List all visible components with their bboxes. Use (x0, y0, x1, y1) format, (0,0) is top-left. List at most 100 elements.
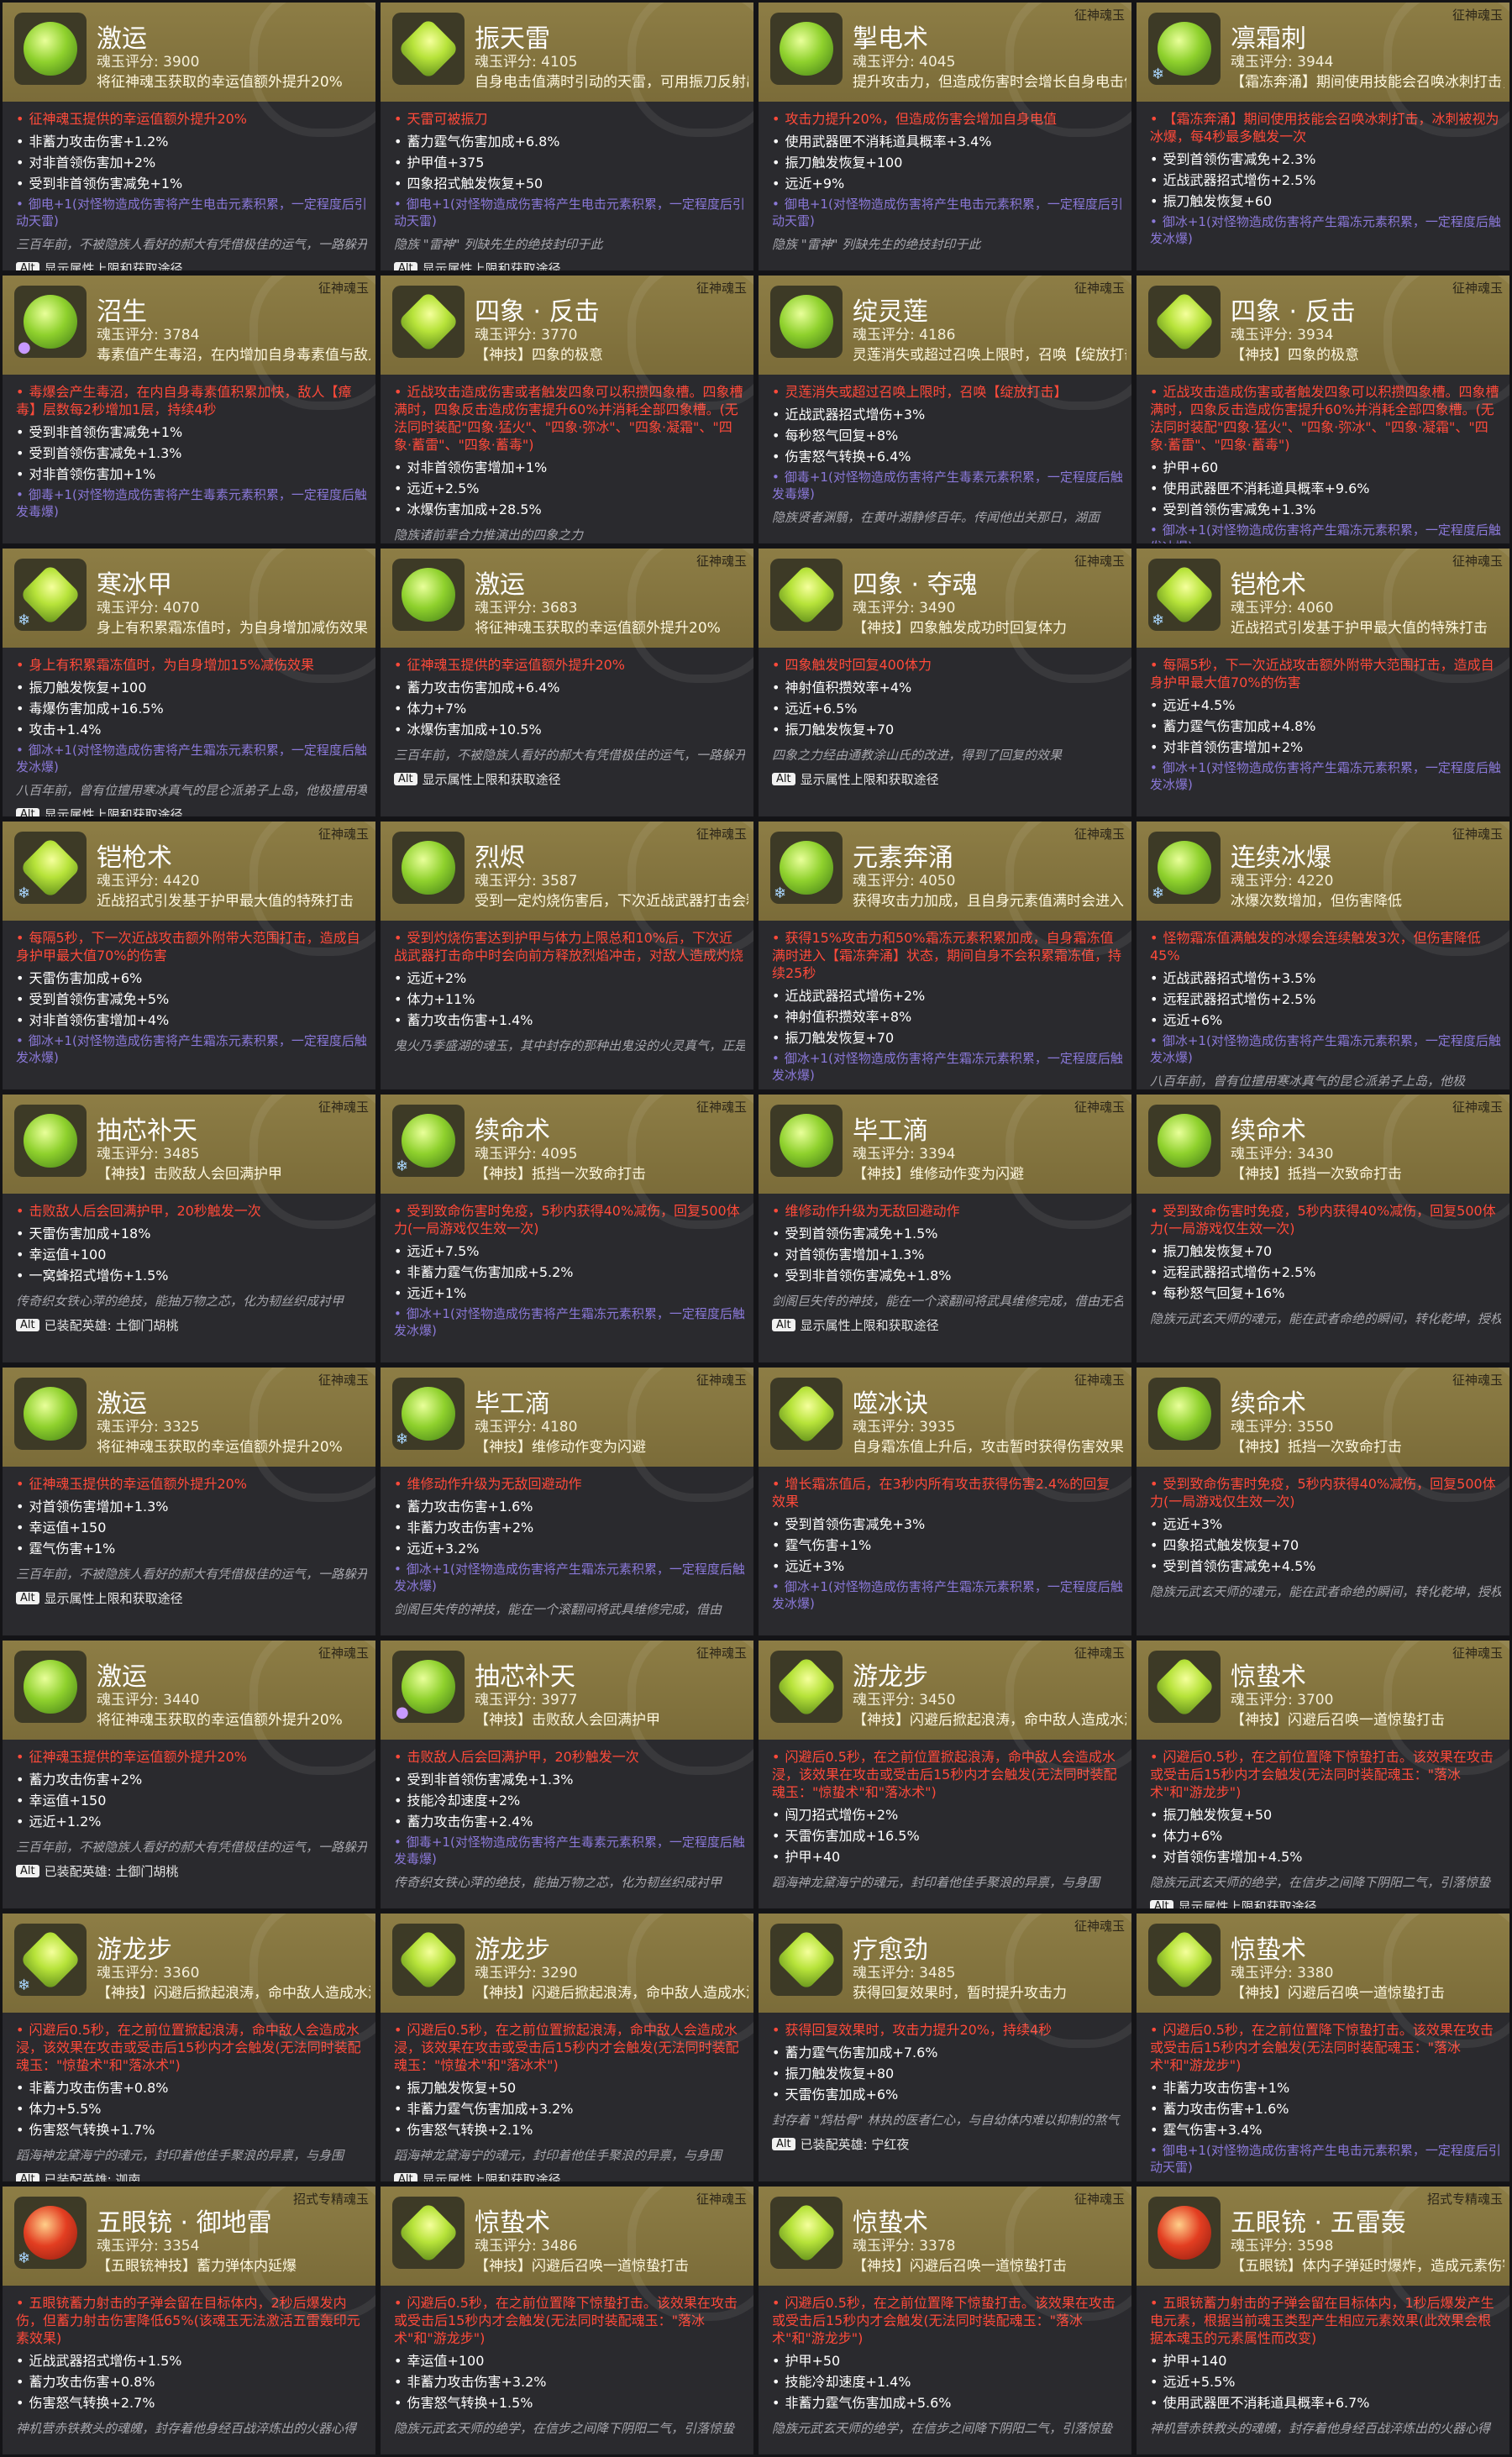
card-header: 征神魂玉 绽灵莲 魂玉评分: 4186 灵莲消失或超过召唤上限时，召唤【绽放打击… (759, 276, 1131, 410)
soul-jade-card-19[interactable]: 征神魂玉 毕工滴 魂玉评分: 3394 【神技】维修动作变为闪避 维修动作升级为… (756, 1092, 1134, 1365)
detail-hint[interactable]: Alt 显示属性上限和获取途径 (772, 1316, 1123, 1334)
soul-jade-card-17[interactable]: 征神魂玉 抽芯补天 魂玉评分: 3485 【神技】击败敌人会回满护甲 击败敌人后… (0, 1092, 378, 1365)
card-category-tag: 征神魂玉 (696, 1373, 747, 1388)
soul-jade-card-27[interactable]: 征神魂玉 游龙步 魂玉评分: 3450 【神技】闪避后掀起浪涛，命中敌人造成水浸… (756, 1638, 1134, 1911)
card-score: 魂玉评分: 4105 (475, 54, 578, 71)
effect-highlight: 闪避后0.5秒，在之前位置掀起浪涛，命中敌人会造成水浸，该效果在攻击或受击后15… (394, 2021, 745, 2074)
effect-highlight: 闪避后0.5秒，在之前位置掀起浪涛，命中敌人会造成水浸，该效果在攻击或受击后15… (16, 2021, 367, 2074)
soul-jade-gem-icon: ❄ (14, 1924, 87, 1996)
soul-jade-card-16[interactable]: 征神魂玉 ❄ 连续冰爆 魂玉评分: 4220 冰爆次数增加，但伤害降低 怪物霜冻… (1134, 819, 1512, 1092)
soul-jade-card-7[interactable]: 征神魂玉 绽灵莲 魂玉评分: 4186 灵莲消失或超过召唤上限时，召唤【绽放打击… (756, 273, 1134, 546)
soul-jade-card-2[interactable]: 振天雷 魂玉评分: 4105 自身电击值满时引动的天雷，可用振刀反射出 天雷可被… (378, 0, 756, 273)
element-seal-text: 御冰+1(对怪物造成伤害将产生霜冻元素积累，一定程度后触发冰爆) (394, 1305, 745, 1339)
card-header: 征神魂玉 ❄ 连续冰爆 魂玉评分: 4220 冰爆次数增加，但伤害降低 (1137, 822, 1509, 956)
card-category-tag: 征神魂玉 (1074, 2192, 1125, 2207)
soul-jade-card-34[interactable]: 征神魂玉 惊蛰术 魂玉评分: 3486 【神技】闪避后召唤一道惊蛰打击 闪避后0… (378, 2184, 756, 2457)
detail-hint[interactable]: Alt 已装配英雄: 土御门胡桃 (16, 1862, 367, 1880)
detail-hint[interactable]: Alt 已装配英雄: 迦南 (16, 2171, 367, 2181)
soul-jade-card-9[interactable]: ❄ 寒冰甲 魂玉评分: 4070 身上有积累霜冻值时，为自身增加减伤效果 身上有… (0, 546, 378, 819)
soul-jade-card-14[interactable]: 征神魂玉 烈烬 魂玉评分: 3587 受到一定灼烧伤害后，下次近战武器打击会释放… (378, 819, 756, 1092)
card-body: 闪避后0.5秒，在之前位置掀起浪涛，命中敌人会造成水浸，该效果在攻击或受击后15… (381, 2013, 753, 2181)
soul-jade-card-25[interactable]: 征神魂玉 激运 魂玉评分: 3440 将征神魂玉获取的幸运值额外提升20% 征神… (0, 1638, 378, 1911)
soul-jade-card-33[interactable]: 招式专精魂玉 ❄ 五眼铳 · 御地雷 魂玉评分: 3354 【五眼铳神技】蓄力弹… (0, 2184, 378, 2457)
soul-jade-card-15[interactable]: 征神魂玉 ❄ 元素奔涌 魂玉评分: 4050 获得攻击力加成，且自身元素值满时会… (756, 819, 1134, 1092)
card-score: 魂玉评分: 3430 (1231, 1146, 1334, 1163)
soul-jade-card-30[interactable]: 游龙步 魂玉评分: 3290 【神技】闪避后掀起浪涛，命中敌人造成水浸 闪避后0… (378, 1911, 756, 2184)
soul-jade-card-18[interactable]: 征神魂玉 ❄ 续命术 魂玉评分: 4095 【神技】抵挡一次致命打击 受到致命伤… (378, 1092, 756, 1365)
soul-jade-card-22[interactable]: 征神魂玉 ❄ 毕工滴 魂玉评分: 4180 【神技】维修动作变为闪避 维修动作升… (378, 1365, 756, 1638)
card-description: 【神技】四象的极意 (475, 347, 603, 364)
stat-line: 对首领伤害增加+4.5% (1150, 1846, 1501, 1867)
detail-hint[interactable]: Alt 显示属性上限和获取途径 (394, 770, 745, 788)
card-score: 魂玉评分: 3977 (475, 1692, 578, 1709)
stat-list: 近战武器招式增伤+3.5%远程武器招式增伤+2.5%远近+6% (1150, 968, 1501, 1031)
stat-line: 近战武器招式增伤+1.5% (16, 2350, 367, 2371)
card-score: 魂玉评分: 3935 (853, 1419, 956, 1436)
stat-line: 振刀触发恢复+50 (1150, 1804, 1501, 1825)
card-description: 【神技】维修动作变为闪避 (475, 1439, 646, 1456)
stat-list: 远近+3%四象招式触发恢复+70受到首领伤害减免+4.5% (1150, 1514, 1501, 1577)
detail-hint[interactable]: Alt 已装配英雄: 土御门胡桃 (16, 1316, 367, 1334)
alt-key-icon: Alt (394, 2173, 417, 2181)
detail-hint[interactable]: Alt 显示属性上限和获取途径 (394, 260, 745, 270)
stat-line: 天雷伤害加成+6% (16, 968, 367, 989)
soul-jade-card-13[interactable]: 征神魂玉 ❄ 铠枪术 魂玉评分: 4420 近战招式引发基于护甲最大值的特殊打击… (0, 819, 378, 1092)
detail-hint[interactable]: Alt 显示属性上限和获取途径 (772, 770, 1123, 788)
detail-hint[interactable]: Alt 已装配英雄: 宁红夜 (772, 2135, 1123, 2153)
soul-jade-card-12[interactable]: 征神魂玉 ❄ 铠枪术 魂玉评分: 4060 近战招式引发基于护甲最大值的特殊打击… (1134, 546, 1512, 819)
soul-jade-card-11[interactable]: 征神魂玉 四象 · 夺魂 魂玉评分: 3490 【神技】四象触发成功时回复体力 … (756, 546, 1134, 819)
soul-jade-card-20[interactable]: 征神魂玉 续命术 魂玉评分: 3430 【神技】抵挡一次致命打击 受到致命伤害时… (1134, 1092, 1512, 1365)
card-body: 近战攻击造成伤害或者触发四象可以积攒四象槽。四象槽满时，四象反击造成伤害提升60… (1137, 375, 1509, 543)
soul-jade-card-24[interactable]: 征神魂玉 续命术 魂玉评分: 3550 【神技】抵挡一次致命打击 受到致命伤害时… (1134, 1365, 1512, 1638)
stat-line: 攻击+1.4% (16, 719, 367, 740)
card-score: 魂玉评分: 3550 (1231, 1419, 1334, 1436)
soul-jade-card-21[interactable]: 征神魂玉 激运 魂玉评分: 3325 将征神魂玉获取的幸运值额外提升20% 征神… (0, 1365, 378, 1638)
soul-jade-card-4[interactable]: 征神魂玉 ❄ 凛霜刺 魂玉评分: 3944 【霜冻奔涌】期间使用技能会召唤冰刺打… (1134, 0, 1512, 273)
card-description: 【神技】四象的极意 (1231, 347, 1359, 364)
detail-hint[interactable]: Alt 显示属性上限和获取途径 (1150, 1898, 1501, 1908)
detail-hint[interactable]: Alt 显示属性上限和获取途径 (16, 260, 367, 270)
stat-line: 受到非首领伤害减免+1% (16, 422, 367, 443)
card-score: 魂玉评分: 3360 (97, 1965, 200, 1982)
soul-jade-card-31[interactable]: 征神魂玉 疗愈劲 魂玉评分: 3485 获得回复效果时，暂时提升攻击力 获得回复… (756, 1911, 1134, 2184)
stat-list: 远近+4.5%蓄力霆气伤害加成+4.8%对非首领伤害增加+2% (1150, 695, 1501, 758)
lore-text: 隐族诸前辈合力推演出的四象之力 (394, 528, 584, 543)
card-body: 受到致命伤害时免疫，5秒内获得40%减伤，回复500体力(一局游戏仅生效一次) … (1137, 1194, 1509, 1362)
soul-jade-gem-icon: ● (14, 286, 87, 358)
soul-jade-card-6[interactable]: 征神魂玉 四象 · 反击 魂玉评分: 3770 【神技】四象的极意 近战攻击造成… (378, 273, 756, 546)
card-body: 获得回复效果时，攻击力提升20%，持续4秒 蓄力霆气伤害加成+7.6%振刀触发恢… (759, 2013, 1131, 2181)
detail-hint[interactable]: Alt 显示属性上限和获取途径 (16, 806, 367, 816)
soul-jade-card-8[interactable]: 征神魂玉 四象 · 反击 魂玉评分: 3934 【神技】四象的极意 近战攻击造成… (1134, 273, 1512, 546)
stat-line: 对首领伤害增加+1.3% (772, 1244, 1123, 1265)
frost-element-icon: ❄ (18, 1977, 31, 1994)
alt-key-icon: Alt (16, 808, 39, 816)
soul-jade-card-36[interactable]: 招式专精魂玉 五眼铳 · 五雷轰 魂玉评分: 3598 【五眼铳】体内子弹延时爆… (1134, 2184, 1512, 2457)
detail-hint[interactable]: Alt 显示属性上限和获取途径 (16, 1589, 367, 1607)
detail-hint[interactable]: Alt 显示属性上限和获取途径 (394, 2171, 745, 2181)
stat-list: 对非首领伤害增加+1%远近+2.5%冰爆伤害加成+28.5% (394, 457, 745, 520)
soul-jade-card-26[interactable]: 征神魂玉 ● 抽芯补天 魂玉评分: 3977 【神技】击败敌人会回满护甲 击败敌… (378, 1638, 756, 1911)
stat-line: 振刀触发恢复+60 (1150, 191, 1501, 212)
stat-line: 振刀触发恢复+70 (772, 719, 1123, 740)
stat-line: 远近+6% (1150, 1010, 1501, 1031)
soul-jade-card-1[interactable]: 激运 魂玉评分: 3900 将征神魂玉获取的幸运值额外提升20% 征神魂玉提供的… (0, 0, 378, 273)
stat-line: 使用武器匣不消耗道具概率+3.4% (772, 131, 1123, 152)
soul-jade-card-35[interactable]: 征神魂玉 惊蛰术 魂玉评分: 3378 【神技】闪避后召唤一道惊蛰打击 闪避后0… (756, 2184, 1134, 2457)
soul-jade-card-23[interactable]: 征神魂玉 噬冰诀 魂玉评分: 3935 自身霜冻值上升后，攻击暂时获得伤害效果 … (756, 1365, 1134, 1638)
card-description: 【神技】闪避后召唤一道惊蛰打击 (1231, 1985, 1445, 2002)
stat-line: 蓄力攻击伤害加成+6.4% (394, 677, 745, 698)
soul-jade-card-28[interactable]: 征神魂玉 惊蛰术 魂玉评分: 3700 【神技】闪避后召唤一道惊蛰打击 闪避后0… (1134, 1638, 1512, 1911)
stat-list: 远近+2%体力+11%蓄力攻击伤害+1.4% (394, 968, 745, 1031)
stat-line: 远近+3% (772, 1556, 1123, 1577)
stat-line: 护甲值+375 (394, 152, 745, 173)
soul-jade-card-3[interactable]: 征神魂玉 掣电术 魂玉评分: 4045 提升攻击力，但造成伤害时会增长自身电击值… (756, 0, 1134, 273)
soul-jade-card-5[interactable]: 征神魂玉 ● 沼生 魂玉评分: 3784 毒素值产生毒沼，在内增加自身毒素值与敌… (0, 273, 378, 546)
soul-jade-card-10[interactable]: 征神魂玉 激运 魂玉评分: 3683 将征神魂玉获取的幸运值额外提升20% 征神… (378, 546, 756, 819)
card-description: 获得攻击力加成，且自身元素值满时会进入【元素奔涌】 (853, 893, 1126, 910)
soul-jade-card-32[interactable]: 惊蛰术 魂玉评分: 3380 【神技】闪避后召唤一道惊蛰打击 闪避后0.5秒，在… (1134, 1911, 1512, 2184)
card-score: 魂玉评分: 3290 (475, 1965, 578, 1982)
soul-jade-card-29[interactable]: ❄ 游龙步 魂玉评分: 3360 【神技】闪避后掀起浪涛，命中敌人造成水浸 闪避… (0, 1911, 378, 2184)
card-body: 攻击力提升20%，但造成伤害会增加自身电值 使用武器匣不消耗道具概率+3.4%振… (759, 102, 1131, 270)
card-description: 【神技】击败敌人会回满护甲 (475, 1712, 660, 1729)
card-header: 征神魂玉 烈烬 魂玉评分: 3587 受到一定灼烧伤害后，下次近战武器打击会释放… (381, 822, 753, 956)
